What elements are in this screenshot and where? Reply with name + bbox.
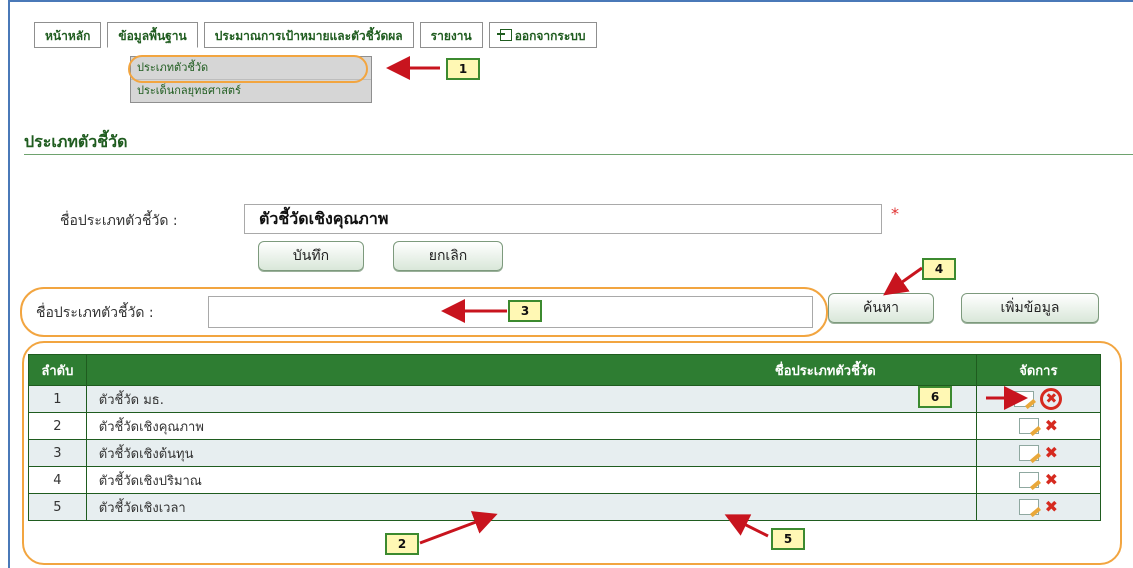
- row-name: ตัวชี้วัดเชิงเวลา: [85, 493, 977, 521]
- menu-logout[interactable]: ออกจากระบบ: [488, 22, 597, 48]
- menu-targets-indicators[interactable]: ประมาณการเป้าหมายและตัวชี้วัดผล: [203, 22, 414, 48]
- top-menu: หน้าหลัก ข้อมูลพื้นฐาน ประมาณการเป้าหมาย…: [34, 22, 603, 50]
- save-button[interactable]: บันทึก: [258, 241, 364, 271]
- table-row: 4 ตัวชี้วัดเชิงปริมาณ ✖: [28, 466, 1102, 494]
- row-name: ตัวชี้วัดเชิงปริมาณ: [85, 466, 977, 494]
- logout-icon: [496, 29, 512, 41]
- row-number: 3: [28, 439, 87, 467]
- search-button[interactable]: ค้นหา: [828, 293, 934, 323]
- row-actions: [975, 385, 1102, 413]
- row-actions: ✖: [975, 466, 1102, 494]
- edit-icon[interactable]: [1018, 499, 1039, 515]
- table-row: 2 ตัวชี้วัดเชิงคุณภาพ ✖: [28, 412, 1102, 440]
- callout-3: 3: [508, 300, 542, 322]
- row-actions: ✖: [975, 412, 1102, 440]
- indicator-type-label: ชื่อประเภทตัวชี้วัด :: [60, 213, 178, 229]
- window-top-border: [8, 0, 1133, 2]
- indicator-type-table: ลำดับ ชื่อประเภทตัวชี้วัด จัดการ 1 ตัวชี…: [28, 354, 1102, 521]
- edit-icon[interactable]: [1018, 418, 1039, 434]
- row-actions: ✖: [975, 439, 1102, 467]
- row-actions: ✖: [975, 493, 1102, 521]
- row-name: ตัวชี้วัด มธ.: [85, 385, 977, 413]
- row-name: ตัวชี้วัดเชิงต้นทุน: [85, 439, 977, 467]
- submenu-strategic-issue[interactable]: ประเด็นกลยุทธศาสตร์: [131, 80, 371, 102]
- header-name: ชื่อประเภทตัวชี้วัด: [85, 354, 977, 386]
- row-number: 4: [28, 466, 87, 494]
- edit-icon[interactable]: [1014, 391, 1035, 407]
- callout-2: 2: [385, 533, 419, 555]
- header-actions: จัดการ: [975, 354, 1102, 386]
- row-number: 2: [28, 412, 87, 440]
- menu-home[interactable]: หน้าหลัก: [34, 22, 102, 48]
- cancel-button[interactable]: ยกเลิก: [393, 241, 503, 271]
- delete-icon[interactable]: ✖: [1045, 418, 1058, 434]
- window-left-border: [8, 0, 10, 568]
- row-number: 1: [28, 385, 87, 413]
- page-title: ประเภทตัวชี้วัด: [24, 132, 128, 151]
- table-row: 3 ตัวชี้วัดเชิงต้นทุน ✖: [28, 439, 1102, 467]
- delete-icon[interactable]: ✖: [1045, 445, 1058, 461]
- callout-6: 6: [918, 386, 952, 408]
- add-button[interactable]: เพิ่มข้อมูล: [961, 293, 1099, 323]
- highlight-submenu-oval: [128, 55, 368, 83]
- callout-1: 1: [446, 58, 480, 80]
- menu-logout-label: ออกจากระบบ: [514, 29, 586, 43]
- header-order: ลำดับ: [28, 354, 87, 386]
- callout-4: 4: [922, 258, 956, 280]
- row-name: ตัวชี้วัดเชิงคุณภาพ: [85, 412, 977, 440]
- title-divider: [24, 154, 1133, 155]
- menu-master-data[interactable]: ข้อมูลพื้นฐาน: [107, 22, 198, 48]
- table-row: 5 ตัวชี้วัดเชิงเวลา ✖: [28, 493, 1102, 521]
- edit-icon[interactable]: [1018, 445, 1039, 461]
- indicator-type-input[interactable]: ตัวชี้วัดเชิงคุณภาพ: [244, 204, 882, 234]
- arrow-4: [883, 266, 923, 296]
- callout-5: 5: [771, 528, 805, 550]
- delete-icon[interactable]: [1040, 388, 1063, 410]
- delete-icon[interactable]: ✖: [1045, 499, 1058, 515]
- row-number: 5: [28, 493, 87, 521]
- edit-icon[interactable]: [1018, 472, 1039, 488]
- menu-report[interactable]: รายงาน: [419, 22, 483, 48]
- required-mark: *: [891, 204, 899, 223]
- delete-icon[interactable]: ✖: [1045, 472, 1058, 488]
- search-label: ชื่อประเภทตัวชี้วัด :: [36, 305, 154, 321]
- table-header-row: ลำดับ ชื่อประเภทตัวชี้วัด จัดการ: [28, 354, 1102, 386]
